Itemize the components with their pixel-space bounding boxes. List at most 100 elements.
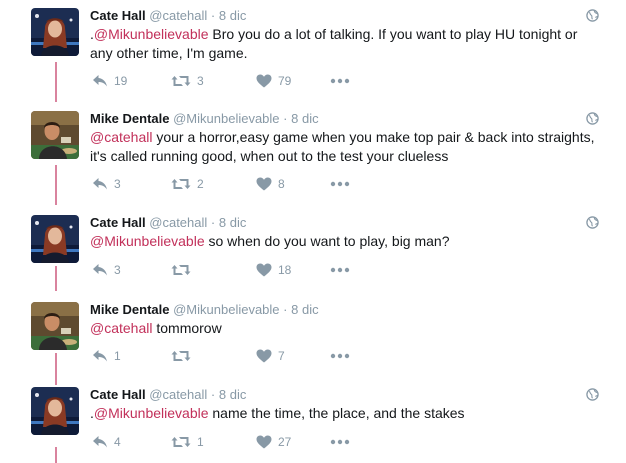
globe-icon [586, 9, 599, 22]
user-handle[interactable]: @Mikunbelievable [173, 111, 279, 126]
like-count: 18 [278, 263, 292, 277]
user-handle[interactable]: @catehall [149, 8, 207, 23]
globe-icon [586, 388, 599, 401]
reply-button[interactable]: 4 [92, 435, 121, 449]
reply-icon [92, 263, 108, 277]
retweet-icon [171, 349, 191, 363]
like-button[interactable]: 7 [256, 349, 285, 363]
heart-icon [256, 263, 272, 277]
user-name[interactable]: Mike Dentale [90, 302, 169, 317]
retweet-icon [171, 74, 191, 88]
reply-count: 4 [114, 435, 121, 449]
like-count: 27 [278, 435, 292, 449]
tweet-text: .@Mikunbelievable Bro you do a lot of ta… [90, 25, 600, 63]
tweet-body: name the time, the place, and the stakes [208, 405, 465, 421]
reply-button[interactable]: 1 [92, 349, 121, 363]
reply-count: 3 [114, 263, 121, 277]
mention-link[interactable]: @catehall [90, 129, 152, 145]
retweet-icon [171, 435, 191, 449]
more-button[interactable] [330, 267, 350, 273]
more-button[interactable] [330, 353, 350, 359]
mention-link[interactable]: @catehall [90, 320, 152, 336]
more-button[interactable] [330, 78, 350, 84]
more-dots-icon [330, 181, 350, 187]
like-count: 8 [278, 177, 285, 191]
retweet-button[interactable]: 3 [171, 74, 204, 88]
like-button[interactable]: 18 [256, 263, 291, 277]
tweet[interactable]: Mike Dentale @Mikunbelievable · 8 dic @c… [0, 111, 626, 201]
separator-dot: · [210, 387, 216, 402]
like-button[interactable]: 8 [256, 177, 285, 191]
reply-count: 3 [114, 177, 121, 191]
tweet-header: Cate Hall @catehall · 8 dic [90, 387, 246, 403]
tweet-text: @catehall tommorow [90, 319, 600, 338]
tweet-header: Mike Dentale @Mikunbelievable · 8 dic [90, 302, 319, 318]
reply-icon [92, 435, 108, 449]
mention-link[interactable]: @Mikunbelievable [94, 26, 209, 42]
retweet-icon [171, 263, 191, 277]
tweet[interactable]: Cate Hall @catehall · 8 dic @Mikunbeliev… [0, 215, 626, 290]
retweet-button[interactable] [171, 349, 197, 363]
globe-icon [586, 112, 599, 125]
mention-link[interactable]: @Mikunbelievable [94, 405, 209, 421]
tweet[interactable]: Cate Hall @catehall · 8 dic .@Mikunbelie… [0, 387, 626, 457]
tweet-date[interactable]: 8 dic [219, 215, 246, 230]
heart-icon [256, 349, 272, 363]
user-handle[interactable]: @catehall [149, 215, 207, 230]
tweet-body: your a horror,easy game when you make to… [90, 129, 595, 164]
reply-button[interactable]: 3 [92, 263, 121, 277]
retweet-icon [171, 177, 191, 191]
tweet-date[interactable]: 8 dic [219, 8, 246, 23]
like-count: 7 [278, 349, 285, 363]
separator-dot: · [283, 111, 288, 126]
tweet-text: @catehall your a horror,easy game when y… [90, 128, 610, 166]
heart-icon [256, 74, 272, 88]
avatar[interactable] [31, 215, 79, 263]
retweet-button[interactable] [171, 263, 197, 277]
avatar[interactable] [31, 302, 79, 350]
user-name[interactable]: Cate Hall [90, 8, 146, 23]
more-button[interactable] [330, 181, 350, 187]
tweet-header: Cate Hall @catehall · 8 dic [90, 215, 246, 231]
avatar[interactable] [31, 111, 79, 159]
reply-button[interactable]: 3 [92, 177, 121, 191]
tweet-body: tommorow [152, 320, 222, 336]
user-name[interactable]: Cate Hall [90, 387, 146, 402]
globe-icon [586, 216, 599, 229]
avatar[interactable] [31, 8, 79, 56]
retweet-button[interactable]: 2 [171, 177, 204, 191]
user-handle[interactable]: @catehall [149, 387, 207, 402]
tweet[interactable]: Mike Dentale @Mikunbelievable · 8 dic @c… [0, 302, 626, 372]
tweet-date[interactable]: 8 dic [291, 111, 318, 126]
retweet-count: 3 [197, 74, 204, 88]
tweet[interactable]: Cate Hall @catehall · 8 dic .@Mikunbelie… [0, 8, 626, 98]
tweet-body: so when do you want to play, big man? [204, 233, 450, 249]
separator-dot: · [283, 302, 288, 317]
user-name[interactable]: Mike Dentale [90, 111, 169, 126]
tweet-date[interactable]: 8 dic [291, 302, 318, 317]
retweet-button[interactable]: 1 [171, 435, 204, 449]
user-handle[interactable]: @Mikunbelievable [173, 302, 279, 317]
like-button[interactable]: 27 [256, 435, 291, 449]
tweet-header: Mike Dentale @Mikunbelievable · 8 dic [90, 111, 319, 127]
avatar[interactable] [31, 387, 79, 435]
separator-dot: · [210, 215, 216, 230]
reply-button[interactable]: 19 [92, 74, 127, 88]
more-dots-icon [330, 267, 350, 273]
tweet-text: .@Mikunbelievable name the time, the pla… [90, 404, 600, 423]
more-dots-icon [330, 78, 350, 84]
tweet-text: @Mikunbelievable so when do you want to … [90, 232, 600, 251]
user-name[interactable]: Cate Hall [90, 215, 146, 230]
reply-icon [92, 349, 108, 363]
heart-icon [256, 177, 272, 191]
mention-link[interactable]: @Mikunbelievable [90, 233, 205, 249]
like-button[interactable]: 79 [256, 74, 291, 88]
reply-count: 1 [114, 349, 121, 363]
more-button[interactable] [330, 439, 350, 445]
reply-icon [92, 177, 108, 191]
tweet-header: Cate Hall @catehall · 8 dic [90, 8, 246, 24]
retweet-count: 2 [197, 177, 204, 191]
more-dots-icon [330, 439, 350, 445]
tweet-date[interactable]: 8 dic [219, 387, 246, 402]
separator-dot: · [210, 8, 216, 23]
